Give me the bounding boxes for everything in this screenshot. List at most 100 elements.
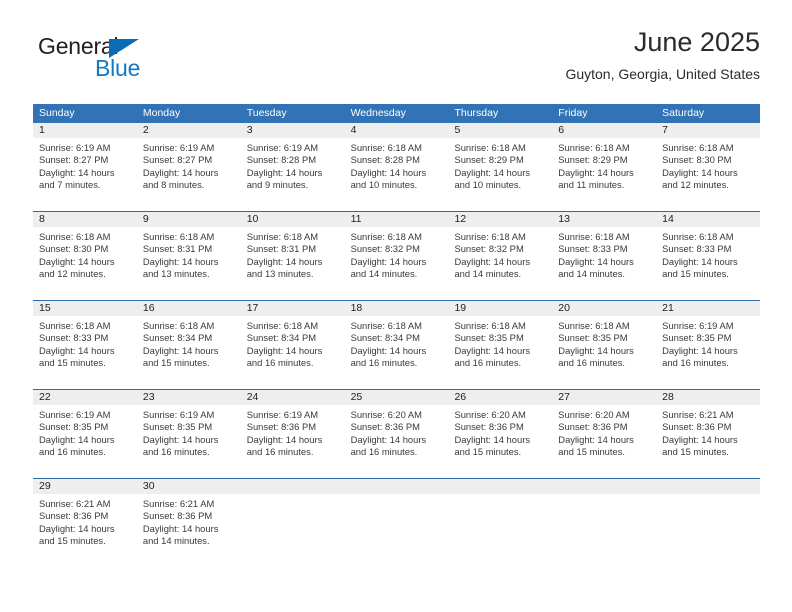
day-detail-line: Daylight: 14 hours [454,344,531,356]
calendar-day-cell[interactable]: 18 Sunrise: 6:18 AM Sunset: 8:34 PM Dayligh… [344,301,449,375]
day-detail-line: Daylight: 14 hours [39,166,115,178]
calendar-day-cell[interactable]: 23 Sunrise: 6:19 AM Sunset: 8:35 PM Dayligh… [136,390,241,464]
day-number: 12 [454,213,467,225]
day-detail-line: Daylight: 14 hours [350,255,427,267]
day-detail-line: and 16 minutes. [662,357,729,369]
day-number-bar [656,479,761,494]
day-detail-line: Sunrise: 6:18 AM [142,231,215,242]
calendar-day-cell[interactable]: 21 Sunrise: 6:19 AM Sunset: 8:35 PM Dayligh… [656,301,761,375]
day-number: 2 [142,124,149,136]
day-detail-line: Daylight: 14 hours [142,255,219,267]
day-detail-line: Sunset: 8:36 PM [246,421,317,433]
day-number: 20 [558,302,570,314]
calendar-day-cell-empty [552,479,657,553]
calendar-day-cell[interactable]: 13 Sunrise: 6:18 AM Sunset: 8:33 PM Dayligh… [552,212,657,286]
calendar-day-cell[interactable]: 10 Sunrise: 6:18 AM Sunset: 8:31 PM Dayligh… [240,212,345,286]
day-number: 27 [558,391,570,403]
day-detail-line: and 12 minutes. [662,179,729,191]
day-detail-line: Sunset: 8:36 PM [142,510,213,522]
day-detail-line: Sunrise: 6:20 AM [558,409,630,420]
day-detail-line: Daylight: 14 hours [662,166,738,178]
calendar-day-cell[interactable]: 14 Sunrise: 6:18 AM Sunset: 8:33 PM Dayligh… [656,212,761,286]
calendar-day-cell[interactable]: 6 Sunrise: 6:18 AM Sunset: 8:29 PM Daylight… [552,123,657,197]
day-detail-line: and 9 minutes. [246,179,309,191]
day-number: 1 [39,124,45,136]
day-detail-line: and 15 minutes. [662,268,729,280]
general-blue-logo[interactable]: General Blue [38,34,178,84]
day-detail-line: Sunset: 8:33 PM [662,243,732,255]
day-detail-line: Sunset: 8:27 PM [142,154,213,166]
day-detail-line: Sunrise: 6:19 AM [39,142,111,153]
calendar-day-cell[interactable]: 25 Sunrise: 6:20 AM Sunset: 8:36 PM Dayligh… [344,390,449,464]
logo-text-blue: Blue [95,55,141,81]
day-detail-line: Sunrise: 6:18 AM [39,231,111,242]
day-detail-line: Daylight: 14 hours [454,166,531,178]
day-number-bar: 19 [448,301,553,316]
calendar-day-cell[interactable]: 20 Sunrise: 6:18 AM Sunset: 8:35 PM Dayligh… [552,301,657,375]
day-detail-line: Sunset: 8:35 PM [142,421,213,433]
calendar-day-cell[interactable]: 7 Sunrise: 6:18 AM Sunset: 8:30 PM Daylight… [656,123,761,197]
calendar-day-cell[interactable]: 19 Sunrise: 6:18 AM Sunset: 8:35 PM Dayligh… [448,301,553,375]
day-number-bar: 7 [656,123,761,138]
day-number-bar: 20 [552,301,657,316]
day-number-bar [344,479,449,494]
calendar-day-cell[interactable]: 15 Sunrise: 6:18 AM Sunset: 8:33 PM Dayligh… [33,301,137,375]
day-detail-line: Sunrise: 6:18 AM [39,320,111,331]
calendar-day-cell[interactable]: 2 Sunrise: 6:19 AM Sunset: 8:27 PM Daylight… [136,123,241,197]
day-detail-text: Sunrise: 6:21 AM Sunset: 8:36 PM Daylight:… [33,494,137,548]
calendar-day-cell[interactable]: 9 Sunrise: 6:18 AM Sunset: 8:31 PM Daylight… [136,212,241,286]
day-number-bar [448,479,553,494]
calendar-day-cell[interactable]: 1 Sunrise: 6:19 AM Sunset: 8:27 PM Daylight… [33,123,137,197]
day-detail-line: Sunset: 8:35 PM [454,332,524,344]
calendar-day-cell[interactable]: 17 Sunrise: 6:18 AM Sunset: 8:34 PM Dayligh… [240,301,345,375]
day-number-bar: 27 [552,390,657,405]
calendar-day-cell[interactable]: 5 Sunrise: 6:18 AM Sunset: 8:29 PM Daylight… [448,123,553,197]
calendar-day-cell[interactable]: 11 Sunrise: 6:18 AM Sunset: 8:32 PM Dayligh… [344,212,449,286]
calendar-week-row: 8 Sunrise: 6:18 AM Sunset: 8:30 PM Daylight… [33,211,761,286]
day-detail-line: Sunset: 8:36 PM [558,421,628,433]
day-number-bar: 3 [240,123,345,138]
day-detail-line: Daylight: 14 hours [246,344,323,356]
calendar-day-cell[interactable]: 8 Sunrise: 6:18 AM Sunset: 8:30 PM Daylight… [33,212,137,286]
calendar-day-cell[interactable]: 3 Sunrise: 6:19 AM Sunset: 8:28 PM Daylight… [240,123,345,197]
day-detail-line: Daylight: 14 hours [246,433,323,445]
day-detail-line: and 15 minutes. [454,446,522,458]
day-number-bar: 9 [136,212,241,227]
dow-header-sunday: Sunday [39,107,75,119]
calendar-day-cell-empty [656,479,761,553]
day-detail-line: Sunrise: 6:18 AM [454,320,526,331]
day-detail-line: Sunrise: 6:19 AM [662,320,734,331]
day-detail-line: Sunrise: 6:21 AM [142,498,215,509]
calendar-day-cell[interactable]: 28 Sunrise: 6:21 AM Sunset: 8:36 PM Dayligh… [656,390,761,464]
day-detail-text: Sunrise: 6:18 AM Sunset: 8:34 PM Daylight:… [137,316,241,370]
day-number-bar: 24 [240,390,345,405]
calendar-week-row: 15 Sunrise: 6:18 AM Sunset: 8:33 PM Dayligh… [33,300,761,375]
day-detail-line: and 15 minutes. [142,357,210,369]
day-detail-line: Sunrise: 6:20 AM [350,409,422,420]
calendar-day-cell[interactable]: 12 Sunrise: 6:18 AM Sunset: 8:32 PM Dayligh… [448,212,553,286]
day-number: 30 [142,480,155,492]
day-detail-line: Sunrise: 6:18 AM [246,231,319,242]
day-detail-line: Sunrise: 6:18 AM [662,142,734,153]
day-number-bar: 18 [344,301,449,316]
day-detail-text: Sunrise: 6:18 AM Sunset: 8:34 PM Daylight:… [345,316,449,370]
day-number: 21 [662,302,674,314]
calendar-day-cell[interactable]: 4 Sunrise: 6:18 AM Sunset: 8:28 PM Daylight… [344,123,449,197]
day-number: 11 [350,213,362,225]
calendar-day-cell[interactable]: 27 Sunrise: 6:20 AM Sunset: 8:36 PM Dayligh… [552,390,657,464]
day-number-bar: 28 [656,390,761,405]
calendar-day-cell[interactable]: 29 Sunrise: 6:21 AM Sunset: 8:36 PM Dayligh… [33,479,137,553]
day-number-bar: 22 [33,390,137,405]
day-number: 18 [350,302,363,314]
day-detail-text: Sunrise: 6:18 AM Sunset: 8:31 PM Daylight:… [241,227,345,281]
calendar-day-cell[interactable]: 22 Sunrise: 6:19 AM Sunset: 8:35 PM Dayligh… [33,390,137,464]
day-detail-line: Daylight: 14 hours [39,344,115,356]
calendar-day-cell[interactable]: 16 Sunrise: 6:18 AM Sunset: 8:34 PM Dayligh… [136,301,241,375]
calendar-day-cell[interactable]: 30 Sunrise: 6:21 AM Sunset: 8:36 PM Dayligh… [136,479,241,553]
calendar-day-cell[interactable]: 24 Sunrise: 6:19 AM Sunset: 8:36 PM Dayligh… [240,390,345,464]
calendar-day-cell[interactable]: 26 Sunrise: 6:20 AM Sunset: 8:36 PM Dayligh… [448,390,553,464]
day-detail-line: and 15 minutes. [558,446,626,458]
day-number-bar: 21 [656,301,761,316]
dow-header-thursday: Thursday [454,107,499,119]
day-detail-line: Sunset: 8:30 PM [662,154,732,166]
